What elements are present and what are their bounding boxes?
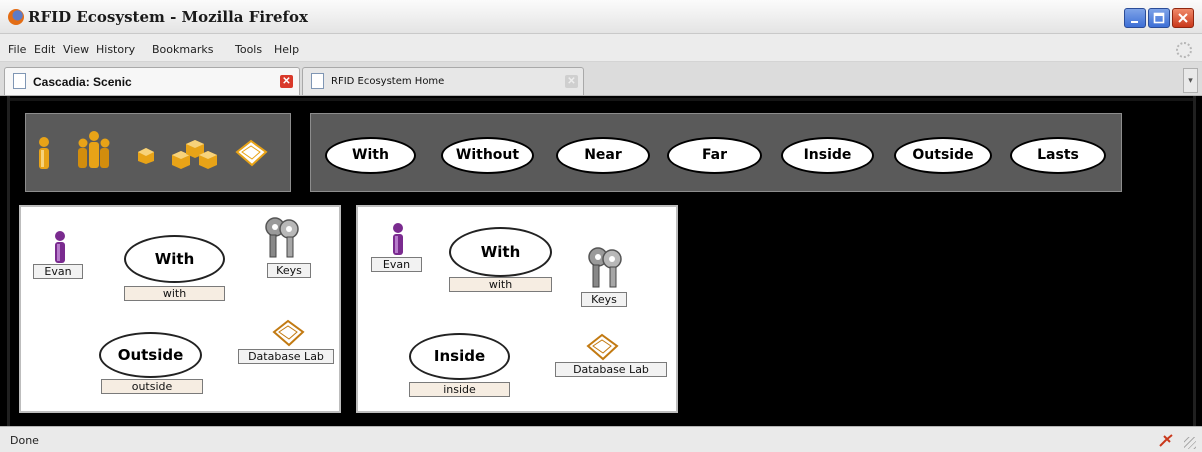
menu-bar: File Edit View History Bookmarks Tools H… bbox=[0, 34, 1202, 62]
relation-inside-label[interactable]: inside bbox=[409, 382, 510, 397]
browser-window: RFID Ecosystem - Mozilla Firefox File Ed… bbox=[0, 0, 1202, 452]
tab-label: Cascadia: Scenic bbox=[33, 75, 132, 89]
keys-icon[interactable] bbox=[261, 215, 303, 261]
window-title: RFID Ecosystem - Mozilla Firefox bbox=[28, 8, 308, 26]
relation-with[interactable]: With bbox=[449, 227, 552, 277]
tab-close-icon[interactable]: ✕ bbox=[280, 75, 293, 88]
title-bar: RFID Ecosystem - Mozilla Firefox bbox=[0, 0, 1202, 34]
menu-history[interactable]: History bbox=[96, 43, 135, 56]
object-palette bbox=[25, 113, 291, 192]
page-canvas: With Without Near Far Inside Outside Las… bbox=[0, 96, 1202, 426]
object-icon[interactable] bbox=[137, 147, 155, 165]
operator-inside[interactable]: Inside bbox=[781, 137, 874, 174]
maximize-icon bbox=[1153, 12, 1165, 24]
relation-with-label[interactable]: with bbox=[124, 286, 225, 301]
relation-with[interactable]: With bbox=[124, 235, 225, 283]
relation-outside-label[interactable]: outside bbox=[101, 379, 203, 394]
scenario-panel-1[interactable]: Evan With with Keys Outside outside Data… bbox=[19, 205, 341, 413]
status-text: Done bbox=[10, 434, 39, 447]
location-label: Database Lab bbox=[238, 349, 334, 364]
operator-palette: With Without Near Far Inside Outside Las… bbox=[310, 113, 1122, 192]
firefox-icon bbox=[8, 9, 24, 25]
menu-help[interactable]: Help bbox=[274, 43, 299, 56]
document-icon bbox=[13, 73, 26, 89]
loading-throbber-icon bbox=[1176, 42, 1192, 58]
menu-view[interactable]: View bbox=[63, 43, 89, 56]
close-icon bbox=[1178, 13, 1188, 23]
addon-status-icon[interactable] bbox=[1158, 432, 1174, 448]
person-icon[interactable] bbox=[390, 222, 406, 256]
people-group-icon[interactable] bbox=[76, 130, 112, 170]
resize-grip[interactable] bbox=[1184, 437, 1196, 449]
operator-outside[interactable]: Outside bbox=[894, 137, 992, 174]
minimize-icon bbox=[1131, 21, 1138, 23]
relation-inside[interactable]: Inside bbox=[409, 333, 510, 380]
location-icon[interactable] bbox=[584, 332, 620, 362]
document-icon bbox=[311, 73, 324, 89]
close-button[interactable] bbox=[1172, 8, 1194, 28]
tab-label: RFID Ecosystem Home bbox=[331, 76, 445, 87]
tab-strip: Cascadia: Scenic ✕ RFID Ecosystem Home ✕… bbox=[0, 62, 1202, 96]
object-label: Keys bbox=[267, 263, 311, 278]
tab-list-dropdown[interactable]: ▾ bbox=[1183, 68, 1198, 93]
operator-far[interactable]: Far bbox=[667, 137, 762, 174]
person-icon[interactable] bbox=[36, 136, 52, 170]
menu-tools[interactable]: Tools bbox=[235, 43, 262, 56]
tab-close-icon[interactable]: ✕ bbox=[565, 75, 578, 88]
person-label: Evan bbox=[371, 257, 422, 272]
location-icon[interactable] bbox=[270, 318, 306, 348]
location-label: Database Lab bbox=[555, 362, 667, 377]
menu-bookmarks[interactable]: Bookmarks bbox=[152, 43, 213, 56]
tab-cascadia-scenic[interactable]: Cascadia: Scenic ✕ bbox=[4, 67, 300, 95]
minimize-button[interactable] bbox=[1124, 8, 1146, 28]
object-label: Keys bbox=[581, 292, 627, 307]
operator-without[interactable]: Without bbox=[441, 137, 534, 174]
relation-with-label[interactable]: with bbox=[449, 277, 552, 292]
person-icon[interactable] bbox=[52, 230, 68, 264]
scenario-panel-2[interactable]: Evan With with Keys Inside inside Databa… bbox=[356, 205, 678, 413]
maximize-button[interactable] bbox=[1148, 8, 1170, 28]
menu-edit[interactable]: Edit bbox=[34, 43, 55, 56]
tab-rfid-ecosystem-home[interactable]: RFID Ecosystem Home ✕ bbox=[302, 67, 584, 95]
relation-outside[interactable]: Outside bbox=[99, 332, 202, 378]
person-label: Evan bbox=[33, 264, 83, 279]
location-icon[interactable] bbox=[233, 138, 269, 168]
menu-file[interactable]: File bbox=[8, 43, 26, 56]
keys-icon[interactable] bbox=[584, 245, 626, 291]
operator-near[interactable]: Near bbox=[556, 137, 650, 174]
object-group-icon[interactable] bbox=[171, 139, 219, 169]
operator-lasts[interactable]: Lasts bbox=[1010, 137, 1106, 174]
operator-with[interactable]: With bbox=[325, 137, 416, 174]
status-bar: Done bbox=[0, 426, 1202, 452]
